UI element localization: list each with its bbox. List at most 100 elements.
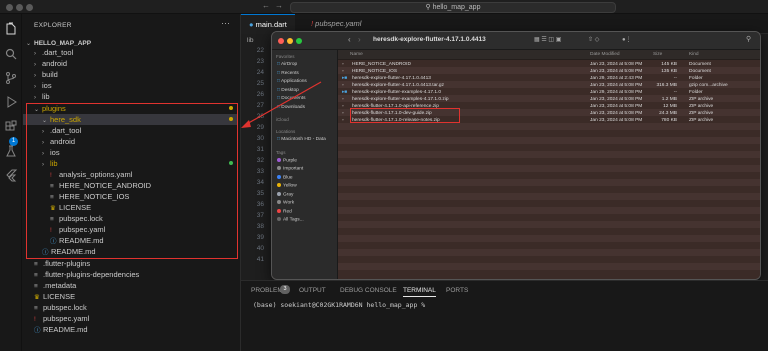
file-row[interactable]: ▫ HERE_NOTICE_ANDROID Jan 23, 2024 at 5:08…: [338, 61, 760, 68]
tag-color-icon: [277, 174, 281, 179]
view-options-icon[interactable]: ▦ ☰ ◫ ▣: [534, 36, 561, 43]
file-kind: ZIP archive: [689, 97, 714, 102]
tab-debug-console[interactable]: DEBUG CONSOLE: [340, 287, 397, 294]
file-row[interactable]: ▫ heresdk-explore-flutter-examples-4.17.1…: [338, 96, 760, 103]
tree-item-android[interactable]: › android: [34, 58, 67, 69]
tree-item-lib[interactable]: › lib: [34, 91, 50, 102]
tree-item-pubspec-yaml[interactable]: ! pubspec.yaml: [26, 313, 89, 324]
column-size[interactable]: Size: [653, 52, 662, 57]
line-number: 23: [256, 58, 264, 65]
tag-color-icon: [277, 200, 281, 204]
finder-sidebar-item[interactable]: Yellow: [277, 183, 297, 188]
file-date: Jan 23, 2024 at 5:08 PM: [590, 83, 643, 88]
file-row[interactable]: ▫ HERE_NOTICE_IOS Jan 23, 2024 at 5:08 PM 1…: [338, 68, 760, 75]
file-row[interactable]: ▸■ heresdk-explore-flutter-4.17.1.0.4413 J…: [338, 75, 760, 82]
file-size: 316.3 MB: [656, 83, 677, 88]
line-number: 40: [256, 245, 264, 252]
file-row[interactable]: ▸■ heresdk-explore-flutter-examples-4.17.…: [338, 89, 760, 96]
search-icon: ⚲: [425, 4, 433, 11]
row-stripe: [338, 179, 760, 186]
tag-color-icon: [277, 157, 281, 162]
file-size: 1.2 MB: [661, 97, 677, 102]
line-number: 32: [256, 157, 264, 164]
title-bar: ← → ⚲ hello_map_app: [0, 0, 768, 14]
tag-color-icon: [277, 191, 281, 196]
finder-minimize-button[interactable]: [287, 38, 293, 44]
file-name: heresdk-explore-flutter-4.17.1.0.4413.ta…: [352, 83, 444, 88]
finder-close-button[interactable]: [278, 38, 284, 44]
file-icon: ▫: [342, 111, 344, 116]
file-size: --: [673, 90, 677, 95]
file-date: Jan 23, 2024 at 5:08 PM: [590, 118, 643, 123]
tree-item-dart-tool[interactable]: › .dart_tool: [34, 47, 73, 58]
line-number: 35: [256, 190, 264, 197]
finder-sidebar-item[interactable]: Blue: [277, 174, 293, 180]
explorer-files-icon[interactable]: [4, 22, 18, 36]
line-number: 31: [256, 146, 264, 153]
finder-sidebar-item[interactable]: Red: [277, 208, 292, 214]
file-size: 135 KB: [661, 69, 677, 74]
column-name[interactable]: Name: [350, 52, 363, 57]
zoom-window-button[interactable]: [26, 4, 33, 11]
finder-zoom-button[interactable]: [296, 38, 302, 44]
column-kind[interactable]: Kind: [689, 52, 699, 57]
line-number: 38: [256, 223, 264, 230]
search-icon[interactable]: [4, 47, 18, 61]
finder-sidebar-item[interactable]: Purple: [277, 157, 297, 163]
finder-sidebar-item[interactable]: Gray: [277, 191, 293, 197]
tree-item-license[interactable]: ♛ LICENSE: [26, 291, 75, 302]
run-debug-icon[interactable]: [4, 95, 18, 109]
finder-window: ‹ › heresdk-explore-flutter-4.17.1.0.441…: [271, 31, 761, 280]
search-icon[interactable]: ⚲: [746, 35, 751, 43]
finder-forward-icon[interactable]: ›: [358, 35, 361, 44]
finder-toolbar: ‹ › heresdk-explore-flutter-4.17.1.0.441…: [272, 32, 760, 50]
close-window-button[interactable]: [6, 4, 13, 11]
finder-back-icon[interactable]: ‹: [348, 35, 351, 44]
tree-item-pubspec-lock[interactable]: ≡ pubspec.lock: [26, 302, 87, 313]
tag-color-icon: [277, 217, 281, 221]
file-icon: ▫: [342, 97, 344, 102]
finder-file-list: Name Date Modified Size Kind ▫ HERE_NOTIC…: [338, 50, 760, 279]
back-arrow-icon[interactable]: ←: [262, 1, 270, 10]
tree-item-metadata[interactable]: ≡ .metadata: [26, 280, 76, 291]
tree-item-build[interactable]: › build: [34, 69, 58, 80]
forward-arrow-icon[interactable]: →: [275, 1, 283, 10]
tree-item-readme[interactable]: ⓘ README.md: [26, 324, 88, 335]
file-date: Jan 23, 2024 at 5:08 PM: [590, 111, 643, 116]
command-center-search[interactable]: ⚲ hello_map_app: [290, 2, 616, 13]
file-row[interactable]: ▫ heresdk-explore-flutter-4.17.1.0.4413.t…: [338, 82, 760, 89]
tab-output[interactable]: OUTPUT: [299, 287, 326, 294]
file-size: 24.3 MB: [659, 111, 677, 116]
more-actions-icon[interactable]: ⋯: [221, 18, 230, 29]
file-kind: Folder: [689, 76, 703, 81]
source-control-icon[interactable]: [4, 71, 18, 85]
minimize-window-button[interactable]: [16, 4, 23, 11]
file-name: heresdk-explore-flutter-4.17.1.0.4413: [352, 76, 431, 81]
terminal-prompt[interactable]: (base) soekiant@C02GK1RAMD6N hello_map_a…: [253, 301, 425, 309]
tree-item-flutter-plugins-dependencies[interactable]: ≡ .flutter-plugins-dependencies: [26, 269, 139, 280]
breadcrumb: lib: [247, 37, 254, 44]
column-date-modified[interactable]: Date Modified: [590, 52, 620, 57]
finder-sidebar-item[interactable]: Work: [277, 200, 294, 205]
finder-sidebar-item[interactable]: Important: [277, 166, 303, 171]
testing-flask-icon[interactable]: [4, 144, 18, 158]
finder-sidebar-item[interactable]: All Tags...: [277, 217, 304, 222]
finder-sidebar-item[interactable]: □ AirDrop: [277, 62, 297, 67]
file-name: heresdk-explore-flutter-examples-4.17.1.…: [352, 97, 449, 102]
row-stripe: [338, 123, 760, 130]
tab-ports[interactable]: PORTS: [446, 287, 468, 294]
share-icon[interactable]: ⇧ ◇: [588, 36, 599, 43]
file-date: Jan 23, 2024 at 5:08 PM: [590, 97, 643, 102]
file-name: HERE_NOTICE_ANDROID: [352, 62, 411, 67]
tag-color-icon: [277, 208, 281, 213]
extensions-icon[interactable]: [4, 120, 18, 134]
tree-item-ios[interactable]: › ios: [34, 80, 52, 91]
finder-sidebar-section: Tags: [276, 149, 286, 155]
tree-item-flutter-plugins[interactable]: ≡ .flutter-plugins: [26, 258, 90, 269]
finder-sidebar-section: Favorites: [276, 54, 295, 59]
file-size: 780 KB: [661, 118, 677, 123]
file-size: 145 KB: [661, 62, 677, 67]
flutter-icon[interactable]: [4, 168, 18, 182]
tab-terminal[interactable]: TERMINAL: [403, 287, 436, 297]
action-menu-icon[interactable]: ●⋮: [622, 36, 632, 43]
